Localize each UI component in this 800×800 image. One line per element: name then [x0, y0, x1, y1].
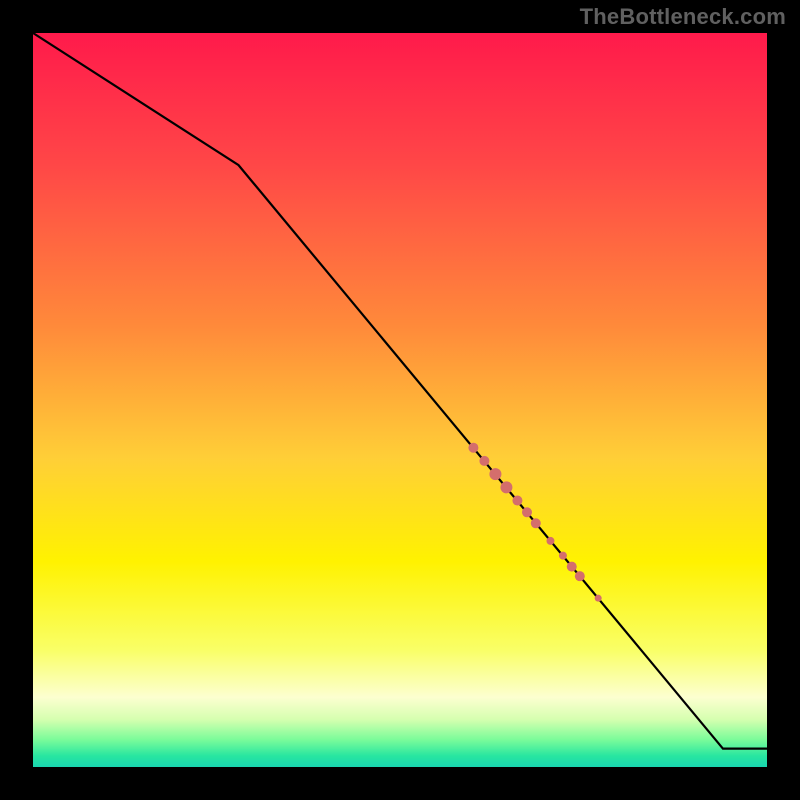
highlight-marker	[559, 552, 567, 560]
highlight-marker	[595, 595, 602, 602]
highlight-marker	[489, 468, 501, 480]
highlight-marker	[479, 456, 489, 466]
highlight-marker	[512, 496, 522, 506]
highlight-marker	[567, 562, 577, 572]
highlight-marker	[575, 571, 585, 581]
highlight-marker	[546, 537, 554, 545]
chart-canvas	[0, 0, 800, 800]
chart-stage: TheBottleneck.com	[0, 0, 800, 800]
watermark-text: TheBottleneck.com	[580, 4, 786, 30]
highlight-marker	[522, 507, 532, 517]
plot-gradient-background	[33, 33, 767, 767]
highlight-marker	[500, 481, 512, 493]
highlight-marker	[468, 443, 478, 453]
highlight-marker	[531, 518, 541, 528]
